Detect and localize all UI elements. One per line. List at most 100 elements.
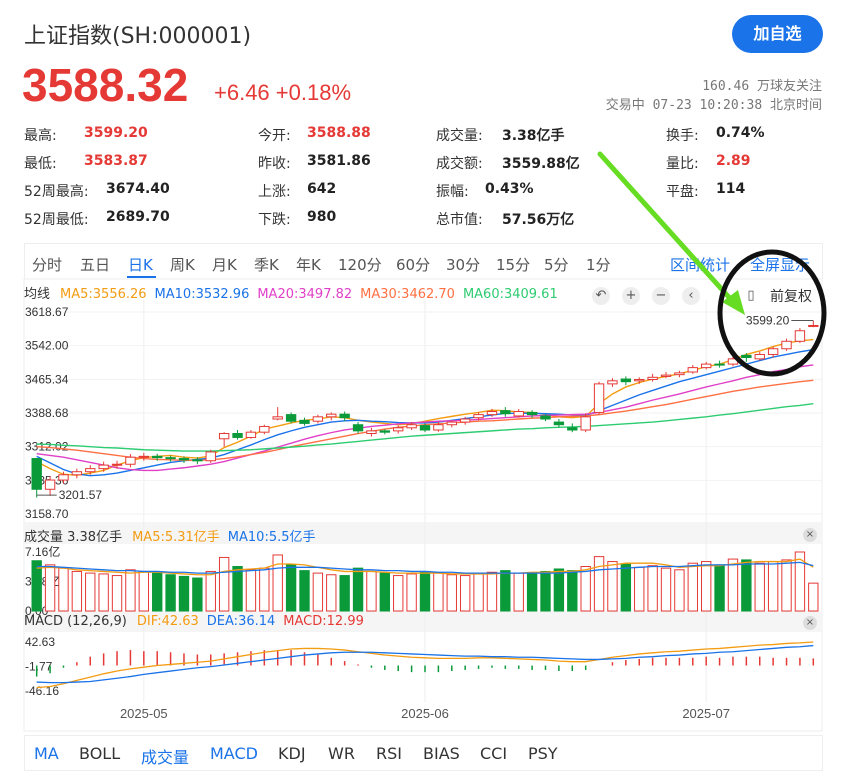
volume-bar [58, 567, 69, 612]
candle [299, 417, 310, 426]
volume-bar [312, 572, 324, 612]
indicator-4[interactable]: KDJ [278, 744, 306, 763]
legend-item: MACD:12.99 [283, 614, 364, 629]
volume-bar [634, 566, 645, 612]
volume-bar [687, 562, 698, 612]
candle [513, 408, 524, 418]
volume-bar [138, 570, 150, 612]
volume-bar [393, 575, 404, 612]
candle [245, 429, 257, 439]
indicator-0[interactable]: MA [34, 744, 59, 763]
candle [634, 377, 645, 384]
indicator-5[interactable]: WR [328, 744, 355, 763]
legend-label: 成交量 3.38亿手 [24, 530, 123, 545]
candle [674, 370, 685, 378]
legend-label: MACD (12,26,9) [24, 614, 127, 629]
close-macd-icon[interactable]: × [803, 616, 817, 630]
volume-bar [701, 561, 712, 612]
legend-item: MA5:5.31亿手 [132, 530, 220, 545]
x-tick-label: 2025-06 [401, 706, 449, 721]
volume-bar [767, 561, 779, 612]
candle [205, 449, 216, 463]
candle [326, 412, 337, 421]
y-tick-label: 3465.34 [25, 372, 69, 386]
volume-bar [500, 570, 511, 612]
candle [553, 419, 565, 428]
y-tick-label: 3542.00 [25, 339, 69, 353]
indicator-7[interactable]: BIAS [423, 744, 460, 763]
candle [138, 452, 150, 461]
volume-bar [647, 565, 658, 612]
low-annotation: 3201.57 [59, 488, 103, 502]
volume-bar [540, 570, 551, 612]
volume-bar [85, 572, 96, 612]
volume-bar [245, 569, 257, 612]
volume-bar [781, 559, 792, 612]
volume-bar [714, 564, 725, 612]
volume-bar [406, 573, 417, 612]
legend-item: MA10:5.5亿手 [227, 530, 316, 545]
candle [98, 461, 109, 472]
indicator-3[interactable]: MACD [210, 744, 258, 763]
volume-bar [285, 564, 297, 612]
y-tick-label: 3618.67 [25, 305, 69, 319]
indicator-2[interactable]: 成交量 [141, 744, 189, 768]
volume-bar [754, 562, 765, 612]
candle [781, 338, 792, 351]
x-tick-label: 2025-05 [120, 706, 168, 721]
candle [687, 364, 698, 374]
candle [620, 376, 632, 386]
indicator-8[interactable]: CCI [480, 744, 507, 763]
volume-legend: 成交量 3.38亿手 MA5:5.31亿手 MA10:5.5亿手 [24, 526, 324, 545]
volume-bar [272, 554, 283, 612]
volume-bar [178, 575, 190, 612]
candle [540, 414, 551, 422]
volume-bar [660, 567, 672, 612]
volume-bar [339, 575, 350, 612]
volume-bar [71, 570, 83, 612]
volume-bar [299, 570, 310, 612]
candle [794, 328, 806, 344]
candle [352, 422, 364, 434]
candle [312, 414, 324, 424]
volume-bar [232, 566, 243, 612]
candle [593, 381, 605, 415]
volume-bar [674, 569, 685, 612]
volume-bar [808, 582, 819, 612]
macd-tick-label: 42.63 [25, 635, 55, 649]
volume-bar [567, 570, 578, 612]
volume-bar [125, 569, 136, 612]
volume-bar [259, 567, 270, 612]
macd-tick-label: -1.77 [25, 660, 53, 674]
volume-bar [526, 573, 538, 612]
volume-bar [152, 572, 163, 612]
candle [754, 351, 765, 361]
annotation-arrow [597, 151, 738, 307]
volume-bar [352, 567, 364, 612]
candle [218, 432, 230, 447]
candle [259, 424, 270, 435]
volume-bar [326, 574, 337, 612]
volume-bar [366, 570, 377, 612]
high-annotation: 3599.20 [746, 314, 790, 328]
candle [808, 320, 819, 328]
indicator-1[interactable]: BOLL [79, 744, 120, 763]
indicator-6[interactable]: RSI [376, 744, 402, 763]
indicator-9[interactable]: PSY [528, 744, 558, 763]
volume-bar [486, 571, 498, 612]
volume-bar [218, 556, 230, 612]
volume-bar [98, 573, 109, 612]
volume-bar [727, 558, 739, 612]
volume-bar [620, 563, 632, 612]
kline-chart: 2025-05 2025-06 2025-07 3618.67 3542.00 3465.… [23, 151, 827, 732]
candle [232, 429, 243, 440]
volume-bar [741, 559, 752, 612]
volume-bar [111, 575, 123, 612]
legend-item: DEA:36.14 [206, 614, 276, 629]
volume-tick-label: 7.16亿 [25, 544, 60, 559]
volume-bar [419, 570, 431, 612]
close-volume-icon[interactable]: × [803, 528, 817, 542]
candle [272, 407, 283, 421]
volume-bar [165, 574, 176, 612]
volume-bar [473, 573, 484, 612]
